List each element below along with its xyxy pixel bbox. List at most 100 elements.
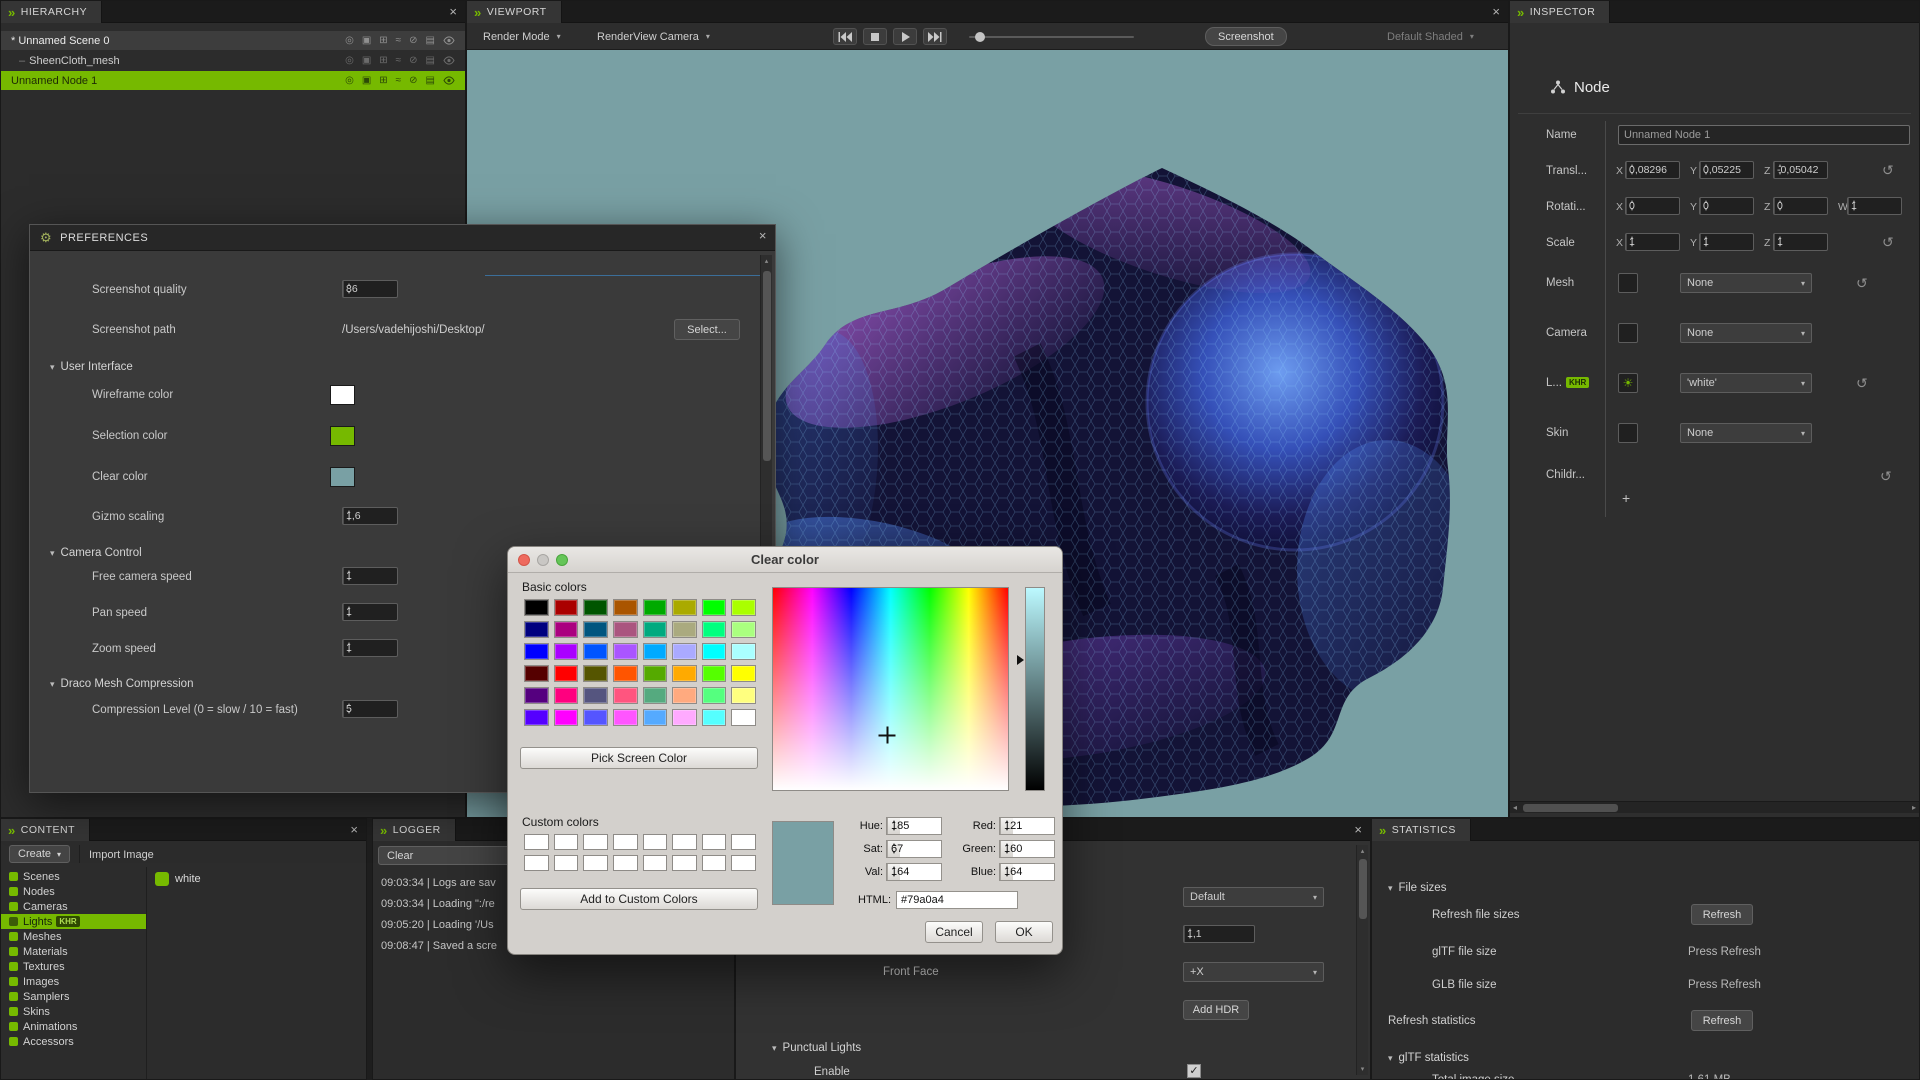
scroll-up-icon[interactable]: ▴ [761,257,772,265]
basic-color-swatch[interactable] [613,621,638,638]
html-color-field[interactable] [896,891,1018,909]
basic-color-swatch[interactable] [731,643,756,660]
basic-color-swatch[interactable] [524,643,549,660]
refresh-statistics-button[interactable]: Refresh [1691,1010,1753,1031]
basic-color-swatch[interactable] [583,621,608,638]
rotation-y-spinbox[interactable]: 0▴▾ [1699,197,1754,215]
cancel-button[interactable]: Cancel [925,921,983,943]
basic-color-swatch[interactable] [554,599,579,616]
add-child-button[interactable]: + [1622,490,1630,506]
reset-children-icon[interactable]: ↺ [1880,469,1892,483]
custom-color-swatch[interactable] [554,855,579,871]
val-spinbox[interactable]: 164▴▾ [886,863,942,881]
value-slider-handle[interactable] [1017,655,1029,665]
basic-color-swatch[interactable] [643,643,668,660]
basic-color-swatch[interactable] [702,643,727,660]
basic-color-swatch[interactable] [554,687,579,704]
content-close-icon[interactable]: × [350,822,358,838]
add-custom-colors-button[interactable]: Add to Custom Colors [520,888,758,910]
render-camera-dropdown[interactable]: RenderView Camera ▾ [597,23,710,50]
copy-icon[interactable]: ▤ [426,56,435,66]
gizmo-scaling-spinbox[interactable]: 1,6▴▾ [342,507,398,525]
tab-inspector[interactable]: » INSPECTOR [1510,1,1610,23]
basic-color-swatch[interactable] [613,599,638,616]
environment-close-icon[interactable]: × [1354,822,1362,838]
basic-color-swatch[interactable] [702,687,727,704]
custom-color-swatch[interactable] [524,834,549,850]
reset-scale-icon[interactable]: ↺ [1882,235,1894,249]
punctual-lights-section[interactable]: ▾Punctual Lights [772,1042,861,1054]
category-animations[interactable]: Animations [1,1019,146,1034]
basic-color-swatch[interactable] [731,665,756,682]
custom-color-swatch[interactable] [672,834,697,850]
custom-color-swatch[interactable] [583,834,608,850]
camera-dropdown[interactable]: None ▾ [1680,323,1812,343]
play-button[interactable] [893,28,917,45]
content-item[interactable]: white [147,869,366,889]
scroll-left-icon[interactable]: ◂ [1513,803,1517,812]
tab-hierarchy[interactable]: » HIERARCHY [1,1,102,23]
custom-color-swatch[interactable] [731,834,756,850]
scale-x-spinbox[interactable]: 1▴▾ [1625,233,1680,251]
mesh-icon[interactable]: ⊞ [379,36,387,46]
timeline-slider-knob[interactable] [975,32,985,42]
basic-color-swatch[interactable] [731,709,756,726]
camera-checkbox[interactable] [1618,323,1638,343]
pick-screen-color-button[interactable]: Pick Screen Color [520,747,758,769]
skin-checkbox[interactable] [1618,423,1638,443]
file-sizes-section[interactable]: ▾File sizes [1388,882,1446,894]
pan-speed-spinbox[interactable]: 1▴▾ [342,603,398,621]
basic-color-swatch[interactable] [583,665,608,682]
eye-icon[interactable] [443,56,455,65]
basic-color-swatch[interactable] [554,621,579,638]
tab-statistics[interactable]: » STATISTICS [1372,819,1471,841]
skip-end-button[interactable] [923,28,947,45]
timeline-slider[interactable] [969,36,1134,38]
skin-icon[interactable]: ⊘ [409,76,417,86]
copy-icon[interactable]: ▤ [426,36,435,46]
mesh-icon[interactable]: ⊞ [379,76,387,86]
light-dropdown[interactable]: 'white' ▾ [1680,373,1812,393]
front-face-dropdown[interactable]: +X ▾ [1183,962,1324,982]
viewport-close-icon[interactable]: × [1492,4,1500,20]
scene-tree-row[interactable]: Unnamed Node 1◎▣⊞≈⊘▤ [1,71,465,90]
basic-color-swatch[interactable] [672,665,697,682]
skin-dropdown[interactable]: None ▾ [1680,423,1812,443]
basic-color-swatch[interactable] [643,665,668,682]
screenshot-quality-spinbox[interactable]: 86▴▾ [342,280,398,298]
category-skins[interactable]: Skins [1,1004,146,1019]
basic-color-swatch[interactable] [672,599,697,616]
category-meshes[interactable]: Meshes [1,929,146,944]
create-button[interactable]: Create ▾ [9,845,70,863]
selection-color-swatch[interactable] [330,426,355,446]
category-accessors[interactable]: Accessors [1,1034,146,1049]
category-nodes[interactable]: Nodes [1,884,146,899]
custom-color-swatch[interactable] [524,855,549,871]
basic-color-swatch[interactable] [613,687,638,704]
scrollbar-thumb[interactable] [763,271,771,461]
scrollbar-thumb[interactable] [1523,804,1618,812]
preferences-close-icon[interactable]: × [759,228,767,244]
basic-color-swatch[interactable] [643,599,668,616]
skin-icon[interactable]: ⊘ [409,36,417,46]
reset-light-icon[interactable]: ↺ [1856,376,1868,390]
basic-color-swatch[interactable] [613,665,638,682]
light-checkbox[interactable]: ☀ [1618,373,1638,393]
scale-y-spinbox[interactable]: 1▴▾ [1699,233,1754,251]
scrollbar-thumb[interactable] [1359,859,1367,919]
basic-color-swatch[interactable] [672,621,697,638]
green-spinbox[interactable]: 160▴▾ [999,840,1055,858]
environment-intensity-spinbox[interactable]: 1,1▴▾ [1183,925,1255,943]
sat-spinbox[interactable]: 67▴▾ [886,840,942,858]
compression-level-spinbox[interactable]: 5▴▾ [342,700,398,718]
basic-color-swatch[interactable] [583,599,608,616]
pin-icon[interactable]: ◎ [345,76,354,86]
camera-icon[interactable]: ▣ [362,76,371,86]
scroll-right-icon[interactable]: ▸ [1912,803,1916,812]
basic-color-swatch[interactable] [702,665,727,682]
blue-spinbox[interactable]: 164▴▾ [999,863,1055,881]
free-camera-speed-spinbox[interactable]: 1▴▾ [342,567,398,585]
category-textures[interactable]: Textures [1,959,146,974]
translation-y-spinbox[interactable]: 0,05225▴▾ [1699,161,1754,179]
inspector-horizontal-scrollbar[interactable]: ◂ ▸ [1510,801,1919,813]
